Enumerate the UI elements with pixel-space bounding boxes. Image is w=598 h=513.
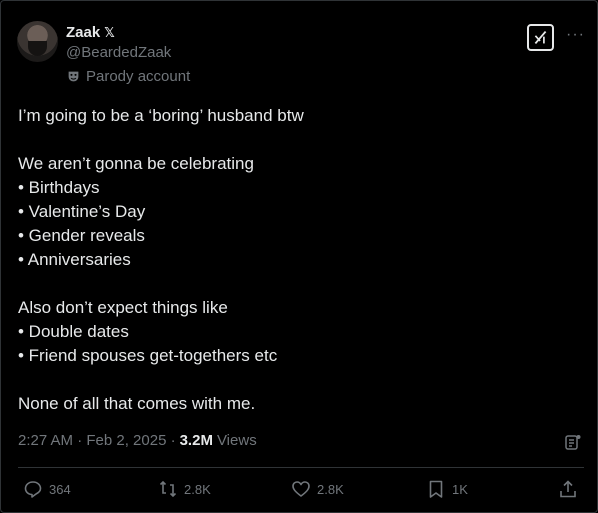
tweet-line: We aren’t gonna be celebrating — [18, 154, 254, 173]
grok-button[interactable] — [527, 24, 554, 51]
tweet-text: I’m going to be a ‘boring’ husband btw W… — [18, 104, 578, 416]
more-icon[interactable]: ··· — [566, 27, 585, 43]
reply-icon — [24, 481, 42, 498]
like-button[interactable]: 2.8K — [291, 479, 344, 499]
avatar-beard — [28, 41, 47, 56]
share-icon — [560, 480, 576, 498]
tweet-line: • Gender reveals — [18, 226, 145, 245]
timestamp[interactable]: 2:27 AM · Feb 2, 2025 · — [18, 432, 176, 449]
analytics-icon[interactable] — [563, 432, 583, 452]
like-count: 2.8K — [317, 481, 344, 497]
tweet-line: • Anniversaries — [18, 250, 131, 269]
divider — [18, 467, 584, 468]
like-icon — [292, 481, 310, 497]
views-count[interactable]: 3.2M — [180, 432, 213, 449]
bookmark-button[interactable]: 1K — [426, 479, 468, 499]
tweet-line: • Birthdays — [18, 178, 100, 197]
bookmark-icon — [429, 480, 443, 498]
reply-button[interactable]: 364 — [23, 479, 71, 499]
share-button[interactable] — [558, 479, 578, 499]
tweet-line: • Valentine’s Day — [18, 202, 146, 221]
author-name-row[interactable]: Zaak 𝕏 — [66, 24, 115, 41]
tweet-card: Zaak 𝕏 @BeardedZaak Parody account ··· I… — [0, 0, 598, 513]
grok-icon — [534, 30, 547, 45]
verified-badge-icon: 𝕏 — [104, 24, 115, 40]
tweet-line: None of all that comes with me. — [18, 394, 256, 413]
tweet-line — [18, 368, 578, 392]
repost-icon — [159, 480, 177, 498]
tweet-meta: 2:27 AM · Feb 2, 2025 · 3.2M Views — [18, 432, 257, 449]
repost-count: 2.8K — [184, 481, 211, 497]
tweet-line — [18, 128, 578, 152]
action-bar: 364 2.8K 2.8K 1K — [1, 479, 598, 505]
tweet-line: Also don’t expect things like — [18, 298, 228, 317]
parody-text: Parody account — [86, 68, 191, 85]
author-name[interactable]: Zaak — [66, 24, 100, 41]
repost-button[interactable]: 2.8K — [158, 479, 211, 499]
tweet-line: • Double dates — [18, 322, 129, 341]
tweet-line — [18, 272, 578, 296]
tweet-line: • Friend spouses get-togethers etc — [18, 346, 278, 365]
avatar[interactable] — [17, 21, 58, 62]
tweet-line: I’m going to be a ‘boring’ husband btw — [18, 106, 304, 125]
views-label: Views — [216, 432, 257, 449]
author-handle[interactable]: @BeardedZaak — [66, 44, 171, 61]
parody-label: Parody account — [67, 68, 190, 85]
reply-count: 364 — [49, 481, 71, 497]
bookmark-count: 1K — [452, 481, 468, 497]
parody-mask-icon — [68, 71, 79, 82]
